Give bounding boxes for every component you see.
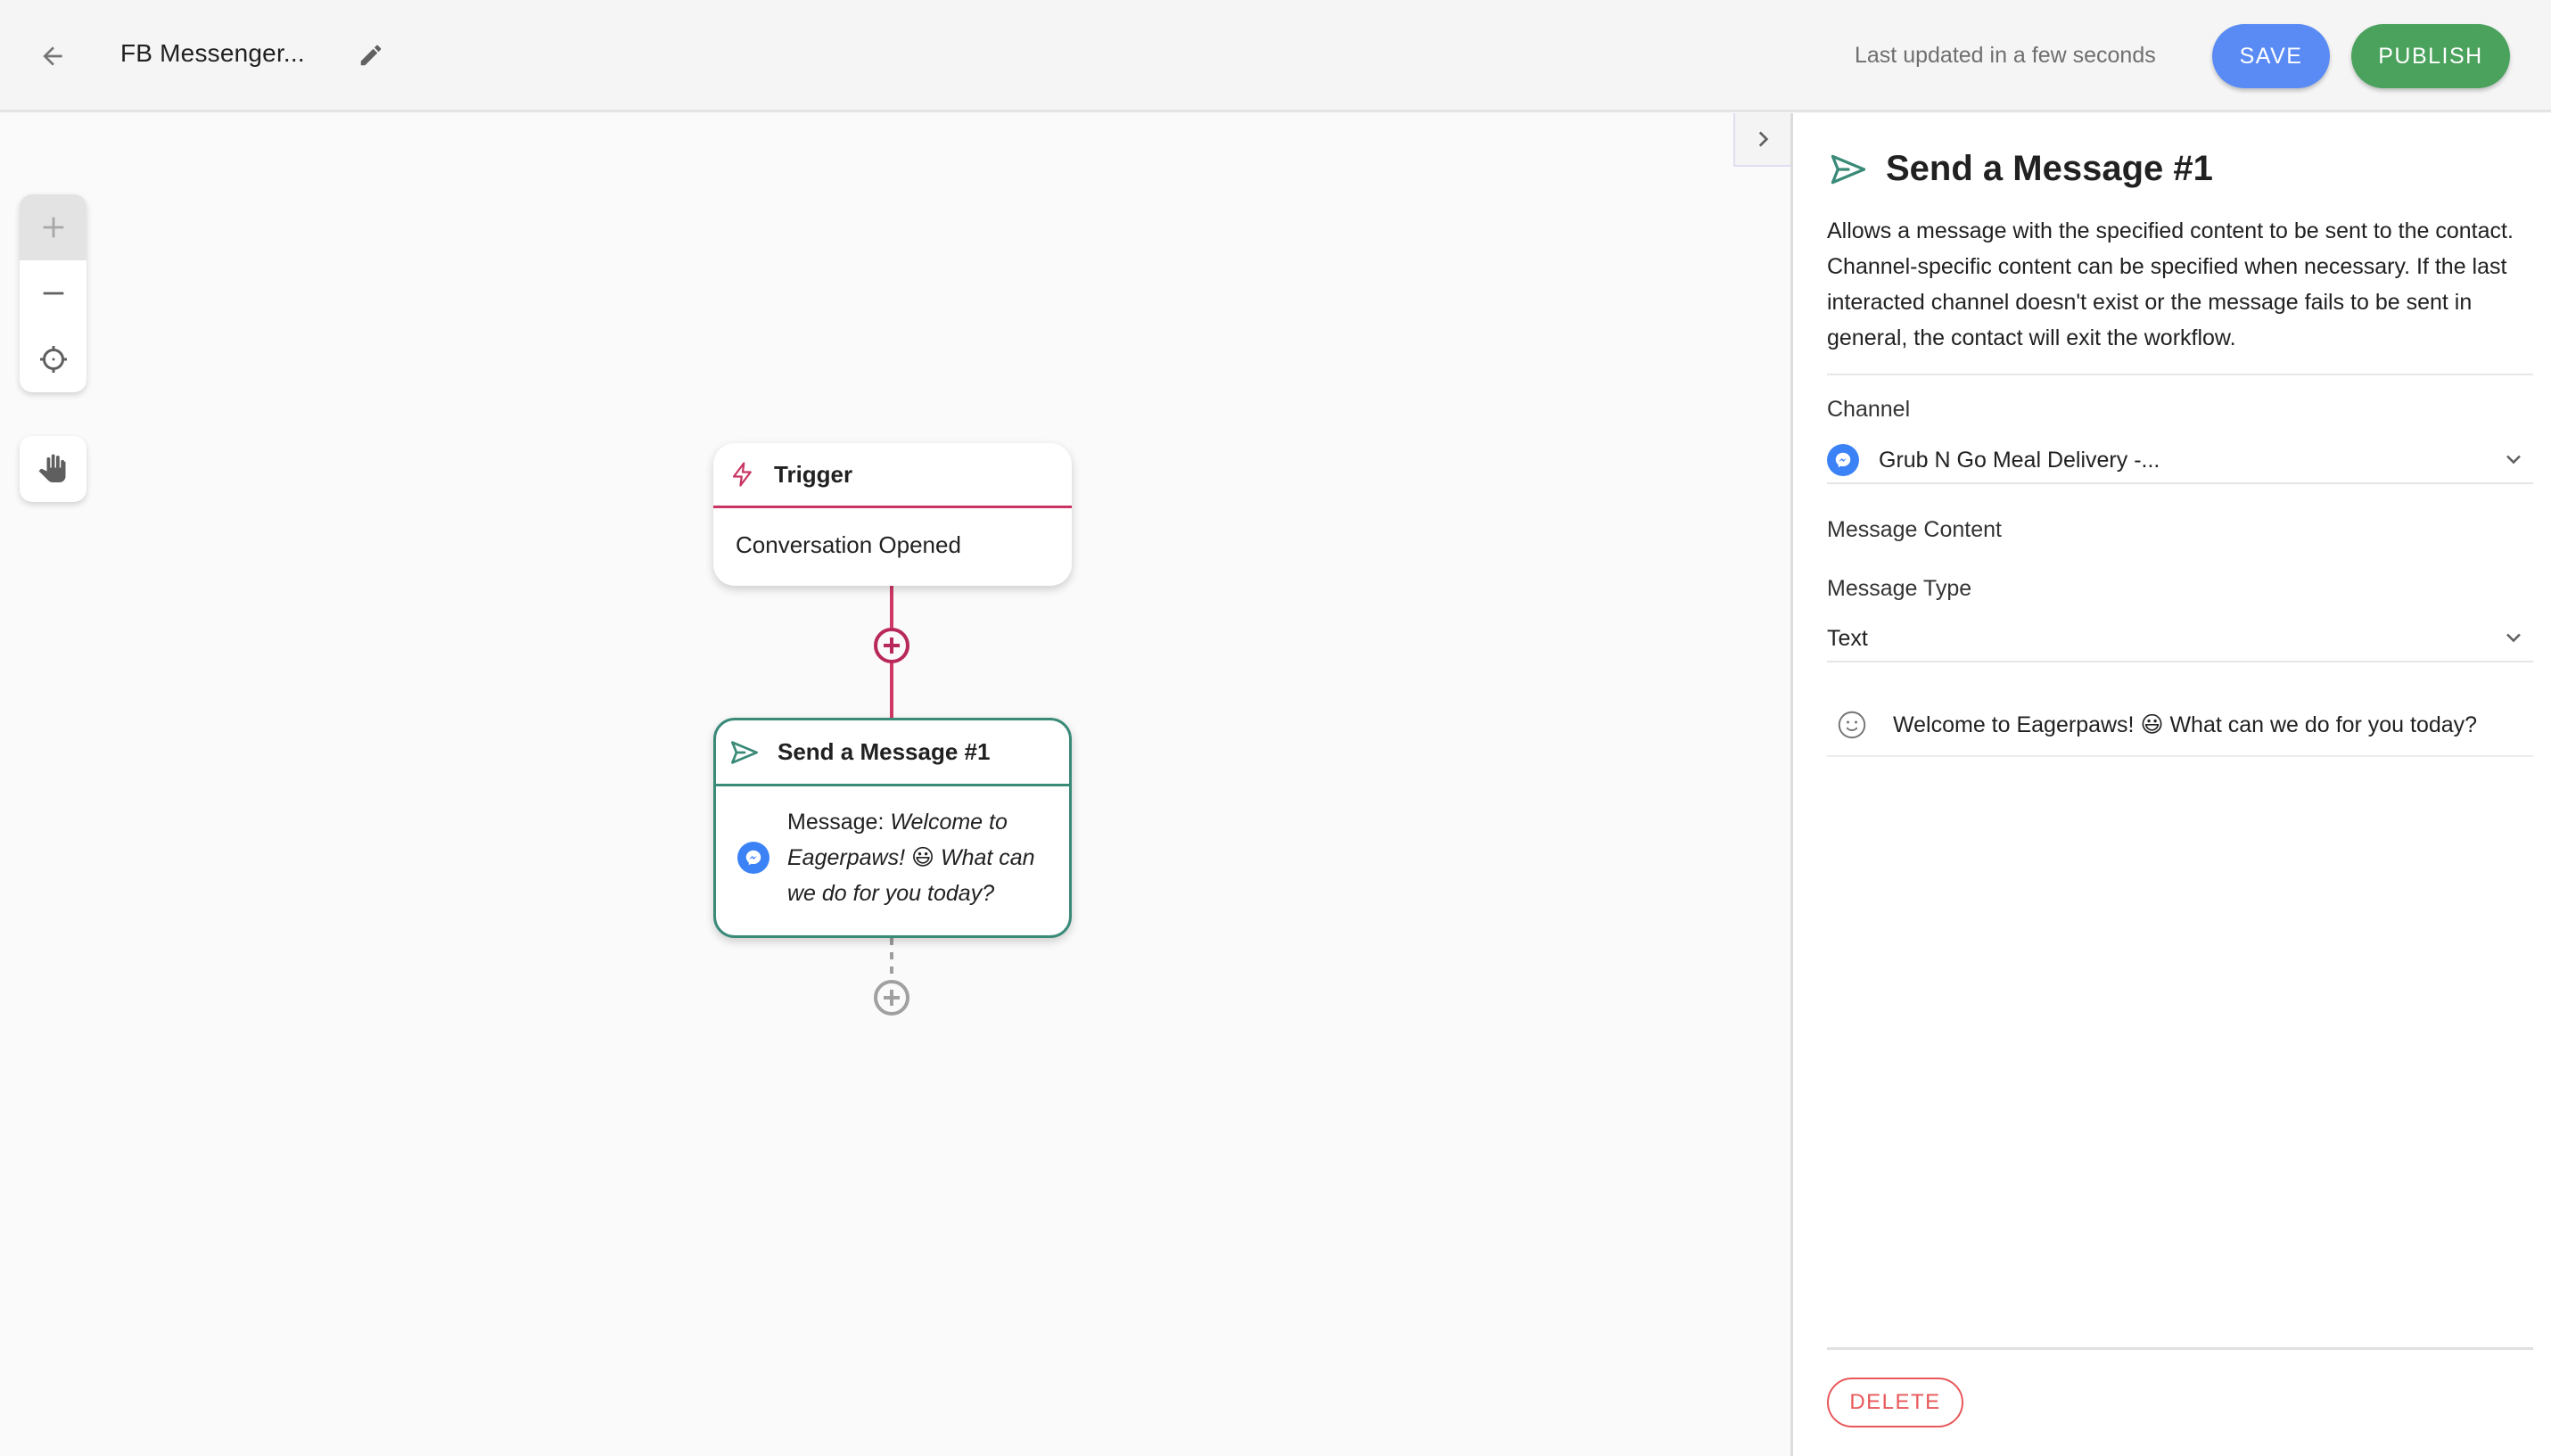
properties-panel: Send a Message #1 Allows a message with … [1790,113,2551,1456]
save-button[interactable]: SAVE [2212,24,2330,88]
message-content-label: Message Content [1827,517,2002,542]
plus-icon [43,217,63,238]
workflow-title: FB Messenger... [120,39,305,67]
chevron-right-icon [1758,131,1769,147]
pan-tool-button[interactable] [20,436,86,502]
plus-circle-icon [874,980,909,1016]
zoom-out-button[interactable] [20,260,86,326]
zoom-controls [20,194,86,392]
message-prefix: Message: [787,810,891,835]
trigger-node-header: Trigger [713,443,1072,508]
send-message-node-header: Send a Message #1 [716,720,1069,786]
lightning-icon [732,462,752,487]
trigger-node[interactable]: Trigger Conversation Opened [713,443,1072,586]
panel-title: Send a Message #1 [1886,149,2213,188]
message-type-label: Message Type [1827,576,1972,601]
message-type-value: Text [1827,625,1868,651]
send-message-node[interactable]: Send a Message #1 Message: Welcome to Ea… [713,718,1072,938]
recenter-button[interactable] [20,326,86,392]
channel-label: Channel [1827,397,1911,422]
messenger-icon [1827,444,1859,476]
chevron-down-icon [2506,633,2521,643]
collapse-panel-button[interactable] [1733,113,1790,167]
panel-header: Send a Message #1 [1829,149,2213,189]
pencil-icon [360,45,382,66]
divider [1827,1347,2533,1350]
channel-value: Grub N Go Meal Delivery -... [1879,447,2160,473]
zoom-in-button[interactable] [20,194,86,260]
smiley-icon[interactable] [1836,709,1868,741]
dashed-connector [890,938,893,983]
send-message-node-title: Send a Message #1 [778,738,991,765]
crosshair-icon [39,346,67,373]
messenger-icon [737,842,769,874]
channel-select[interactable]: Grub N Go Meal Delivery -... [1827,438,2533,484]
plus-circle-icon [874,628,909,663]
send-message-node-body: Message: Welcome to Eagerpaws! 😃 What ca… [716,786,1069,911]
publish-button[interactable]: PUBLISH [2351,24,2510,88]
last-updated-status: Last updated in a few seconds [1855,43,2156,68]
send-message-node-text: Message: Welcome to Eagerpaws! 😃 What ca… [787,804,1051,911]
add-step-button-end[interactable] [873,979,910,1016]
add-step-button[interactable] [873,627,910,664]
chevron-down-icon [2506,455,2521,465]
edit-title-button[interactable] [353,37,389,73]
send-icon [731,740,758,764]
panel-description: Allows a message with the specified cont… [1827,218,2514,350]
arrow-left-icon [43,46,62,66]
top-bar: FB Messenger... Last updated in a few se… [0,0,2551,112]
send-icon [1831,154,1866,184]
delete-button[interactable]: DELETE [1827,1378,1963,1427]
trigger-node-body: Conversation Opened [736,531,961,558]
message-text-input[interactable]: Welcome to Eagerpaws! 😃 What can we do f… [1827,695,2533,757]
minus-icon [43,292,63,295]
message-type-select[interactable]: Text [1827,616,2533,662]
hand-icon [38,454,65,482]
message-text-value: Welcome to Eagerpaws! 😃 What can we do f… [1893,712,2478,737]
divider [1827,374,2533,375]
trigger-node-title: Trigger [774,460,853,488]
back-button[interactable] [32,36,73,77]
